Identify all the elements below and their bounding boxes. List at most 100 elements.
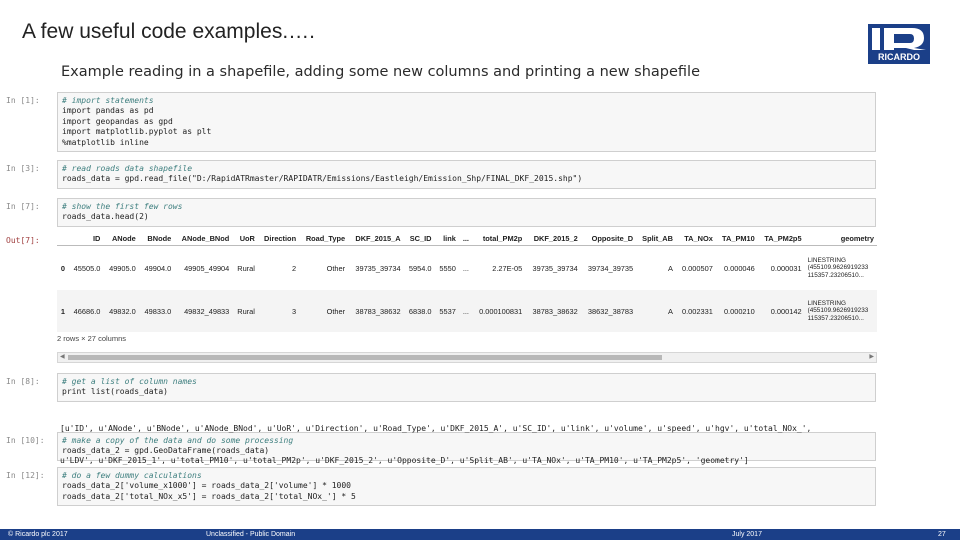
code-cell[interactable]: # show the first few rows roads_data.head…: [57, 198, 876, 227]
table-cell: 0.002331: [675, 290, 716, 332]
horizontal-scrollbar[interactable]: ◀ ▶: [57, 352, 877, 363]
table-cell: Other: [326, 263, 346, 273]
code-comment-line: # show the first few rows: [62, 202, 183, 211]
table-cell: Rural: [232, 290, 258, 332]
dataframe-output-table: ID ANode BNode ANode_BNod UoR Direction Road_T…: [57, 232, 877, 332]
table-header-row: ID ANode BNode ANode_BNod UoR Direction Road_T…: [57, 232, 877, 246]
column-header: Direction: [257, 232, 300, 246]
column-header: Split_AB: [636, 232, 676, 246]
column-header: geometry: [804, 232, 877, 246]
footer-classification: Unclassified - Public Domain: [206, 531, 296, 538]
table-cell: 46686.0: [67, 290, 104, 332]
code-line: %matplotlib inline: [62, 137, 149, 147]
code-line: print list(roads_data): [62, 387, 168, 397]
slide-title: A few useful code examples.….: [22, 20, 315, 43]
table-cell: 49904.0: [144, 263, 172, 273]
code-line: import matplotlib.pyplot as plt: [62, 127, 212, 137]
stdout-line: [u'ID', u'ANode', u'BNode', u'ANode_BNod…: [60, 424, 812, 434]
ricardo-logo: RICARDO: [868, 24, 930, 64]
table-cell: ...: [458, 290, 472, 332]
table-cell: 49832.0: [103, 290, 139, 332]
table-cell: 0.000507: [682, 263, 713, 273]
column-header: [57, 232, 68, 246]
table-cell: 0.000046: [723, 263, 755, 273]
row-index: 1: [57, 290, 68, 332]
row-index: 0: [60, 263, 65, 273]
column-header: DKF_2015_A: [348, 232, 404, 246]
cell-prompt: In [12]:: [6, 471, 45, 480]
table-cell: 39734_39735: [587, 263, 634, 273]
table-cell: ...: [462, 263, 469, 273]
table-cell: 0.000210: [715, 290, 758, 332]
column-header: TA_PM2p5: [757, 232, 805, 246]
table-cell: 38632_38783: [580, 290, 637, 332]
column-header: UoR: [232, 232, 258, 246]
table-cell: 5537: [434, 290, 459, 332]
footer-page-number: 27: [938, 531, 946, 538]
code-cell[interactable]: # get a list of column names print list(r…: [57, 373, 876, 402]
column-header: ANode: [103, 232, 139, 246]
column-header: ...: [458, 232, 472, 246]
table-cell: A: [636, 290, 676, 332]
column-header: ID: [67, 232, 104, 246]
table-cell: 49833.0: [138, 290, 175, 332]
code-line: import pandas as pd: [62, 106, 154, 116]
table-cell: 38783_38632: [348, 290, 404, 332]
table-cell: 5550: [439, 263, 456, 273]
table-cell: Other: [299, 290, 349, 332]
code-line: import geopandas as gpd: [62, 116, 173, 126]
table-cell: 39735_39734: [355, 263, 401, 273]
table-cell: 5954.0: [408, 263, 432, 273]
dataframe-shape-note: 2 rows × 27 columns: [57, 334, 126, 343]
table-cell: 0.000031: [770, 263, 802, 273]
table-cell: 0.000100831: [472, 290, 526, 332]
table-cell: LINESTRING (455109.9626919233 115357.232…: [807, 256, 869, 279]
column-header: BNode: [138, 232, 175, 246]
column-header: ANode_BNod: [174, 232, 233, 246]
table-cell: 49832_49833: [174, 290, 233, 332]
table-cell: 2: [291, 263, 297, 273]
column-header: total_PM2p: [472, 232, 526, 246]
footer-copyright: © Ricardo plc 2017: [8, 531, 68, 538]
cell-prompt: In [1]:: [6, 96, 40, 105]
code-line: roads_data_2['volume_x1000'] = roads_dat…: [62, 481, 351, 491]
table-cell: LINESTRING (455109.9626919233 115357.232…: [804, 290, 877, 332]
column-header: DKF_2015_2: [525, 232, 581, 246]
column-header: SC_ID: [403, 232, 435, 246]
footer-date: July 2017: [732, 531, 762, 538]
column-header: Road_Type: [299, 232, 349, 246]
code-line: roads_data_2['total_NOx_x5'] = roads_dat…: [62, 491, 356, 501]
table-cell: 3: [257, 290, 300, 332]
table-cell: A: [668, 263, 673, 273]
table-cell: Rural: [237, 263, 255, 273]
stdout-output: [u'ID', u'ANode', u'BNode', u'ANode_BNod…: [60, 403, 880, 477]
table-cell: 45505.0: [73, 263, 101, 273]
notebook-heading: Example reading in a shapefile, adding s…: [61, 64, 701, 80]
cell-prompt: In [8]:: [6, 377, 40, 386]
svg-text:RICARDO: RICARDO: [878, 52, 920, 62]
stdout-line: u'LDV', u'DKF_2015_1', u'total_PM10', u'…: [60, 455, 749, 465]
cell-prompt: In [7]:: [6, 202, 40, 211]
code-line: roads_data = gpd.read_file("D:/RapidATRm…: [62, 174, 583, 184]
code-cell[interactable]: # import statements import pandas as pd im…: [57, 92, 876, 153]
column-header: TA_PM10: [715, 232, 758, 246]
table-cell: 49905.0: [109, 263, 136, 273]
column-header: TA_NOx: [675, 232, 716, 246]
code-cell[interactable]: # read roads data shapefile roads_data = …: [57, 160, 876, 189]
scrollbar-thumb[interactable]: [68, 355, 662, 360]
table-cell: 2.27E-05: [492, 263, 523, 273]
scroll-left-icon[interactable]: ◀: [60, 353, 65, 362]
cell-prompt: In [10]:: [6, 436, 45, 445]
output-prompt: Out[7]:: [6, 236, 40, 245]
footer-bar: © Ricardo plc 2017 Unclassified - Public…: [0, 529, 960, 540]
table-cell: 6838.0: [403, 290, 435, 332]
table-cell: 38783_38632: [525, 290, 581, 332]
code-comment-line: # import statements: [62, 96, 154, 105]
table-cell: 49905_49904: [184, 263, 230, 273]
scroll-right-icon[interactable]: ▶: [869, 353, 874, 362]
table-cell: 0.000142: [757, 290, 805, 332]
table-cell: 39735_39734: [532, 263, 578, 273]
code-line: roads_data.head(2): [62, 212, 149, 222]
code-comment-line: # read roads data shapefile: [62, 164, 193, 173]
table-row: 0 45505.0 49905.0 49904.0 49905_49904 Rural 2 O…: [57, 246, 877, 291]
